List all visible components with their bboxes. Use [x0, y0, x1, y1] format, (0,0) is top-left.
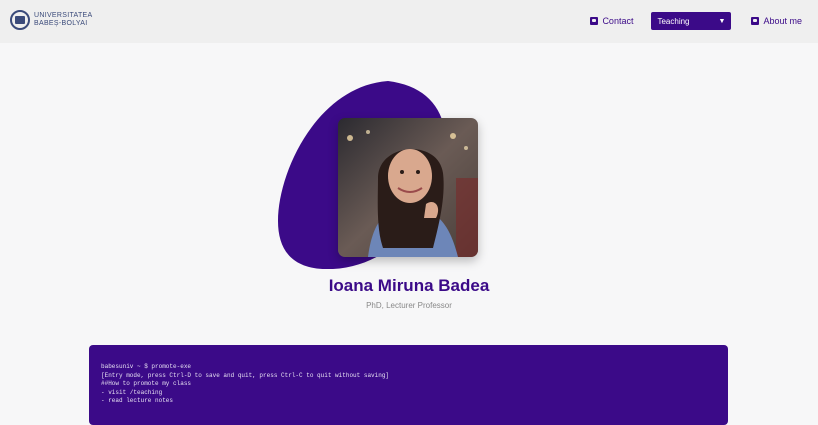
university-seal-icon [10, 10, 30, 30]
profile-name: Ioana Miruna Badea [328, 276, 490, 295]
about-me-label: About me [763, 16, 802, 26]
terminal-line: - read lecture notes [101, 397, 174, 404]
terminal-line: - visit /teaching [101, 388, 163, 396]
profile-title: PhD, Lecturer Professor [366, 301, 452, 310]
section-select[interactable]: Teaching ▼ [651, 12, 732, 30]
logo-text: UNIVERSITATEA BABEȘ-BOLYAI [34, 12, 92, 28]
contact-link[interactable]: Contact [590, 16, 633, 26]
person-badge-icon [751, 17, 760, 25]
terminal-line: [Entry mode, press Ctrl-D to save and qu… [101, 371, 390, 379]
terminal-line: ##How to promote my class [101, 380, 192, 387]
profile-photo [338, 118, 478, 257]
contact-label: Contact [602, 16, 634, 26]
section-select-value: Teaching [657, 16, 690, 26]
terminal-block: babesuniv ~ $ promote-exe [Entry mode, p… [89, 345, 728, 425]
nav-menu: Contact Teaching ▼ About me [590, 12, 802, 30]
terminal-line: babesuniv ~ $ promote-exe [101, 363, 192, 370]
about-me-link[interactable]: About me [751, 16, 802, 26]
top-navbar: UNIVERSITATEA BABEȘ-BOLYAI Contact Teach… [0, 0, 818, 43]
contact-card-icon [590, 17, 599, 25]
profile-photo-image [338, 118, 478, 257]
logo-text-line1: UNIVERSITATEA [34, 12, 93, 19]
chevron-down-icon: ▼ [718, 17, 726, 25]
logo-text-line2: BABEȘ-BOLYAI [34, 20, 88, 27]
university-logo[interactable]: UNIVERSITATEA BABEȘ-BOLYAI [10, 10, 92, 30]
